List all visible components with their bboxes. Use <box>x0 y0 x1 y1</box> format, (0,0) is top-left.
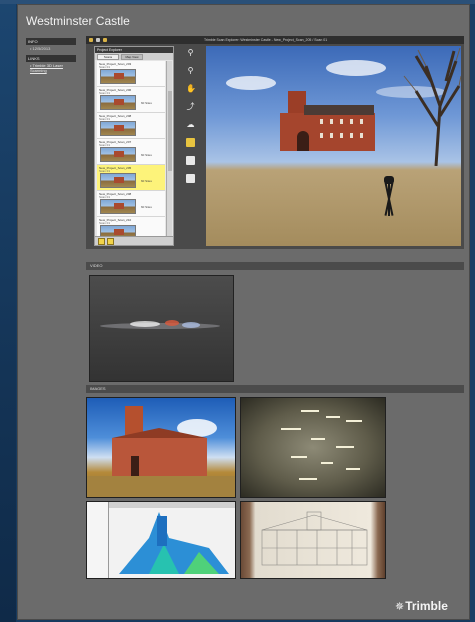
viewer-tools: ⚲ ⚲ ✋ ⤴ ☁ <box>186 48 198 192</box>
scan-list-item[interactable]: New_Project_Scan_203 Scan 01 <box>97 61 165 87</box>
annotation-label <box>336 446 354 448</box>
left-nav: INFO • 12/5/2013 LINKS • Trimble 3D Lase… <box>26 38 76 77</box>
point-cloud <box>100 323 220 329</box>
point-cloud <box>182 322 200 328</box>
explorer-toolbar <box>95 236 173 245</box>
measure-icon[interactable]: ⤴ <box>186 102 195 111</box>
camera-icon[interactable] <box>186 138 195 147</box>
link-trimble-scanning[interactable]: • Trimble 3D Laser Scanning <box>26 63 76 73</box>
castle-roof <box>304 105 374 115</box>
bare-tree <box>403 47 461 166</box>
web-page: Westminster Castle INFO • 12/5/2013 LINK… <box>17 4 470 620</box>
window <box>340 133 343 138</box>
page-title: Westminster Castle <box>26 14 130 28</box>
images-section-header: IMAGES <box>86 385 464 393</box>
scan-count: 60 Sites <box>141 101 152 105</box>
trimble-logo-mark: ✵ <box>395 601 405 613</box>
home-icon[interactable] <box>89 38 93 42</box>
window <box>330 119 333 124</box>
window <box>350 119 353 124</box>
video-thumbnail[interactable] <box>89 275 234 382</box>
building-elevation-drawing <box>261 511 368 566</box>
scan-thumbnail <box>100 95 136 110</box>
annotation-label <box>321 462 333 464</box>
scan-count: 60 Sites <box>141 205 152 209</box>
castle-building <box>260 91 375 151</box>
point-cloud-software-thumbnail[interactable] <box>86 501 236 579</box>
links-header: LINKS <box>26 55 76 62</box>
scan-explorer-viewer: Trimble Scan Explorer: Westminster Castl… <box>86 36 464 249</box>
viewer-title: Trimble Scan Explorer: Westminster Castl… <box>204 38 328 42</box>
lock-icon[interactable] <box>98 238 105 245</box>
point-cloud <box>165 320 179 326</box>
annotation-label <box>346 420 362 422</box>
window <box>320 119 323 124</box>
scan-thumbnail <box>100 173 136 188</box>
annotation-label <box>346 468 360 470</box>
castle-photo-thumbnail[interactable] <box>86 397 236 498</box>
panorama-view[interactable] <box>206 46 461 246</box>
window <box>320 133 323 138</box>
annotation-label <box>291 456 307 458</box>
point-cloud <box>130 321 160 327</box>
background-right <box>470 0 475 622</box>
cloud <box>326 60 386 76</box>
window <box>360 133 363 138</box>
explorer-tabs: Scans Map View <box>95 53 173 60</box>
annotated-plan-thumbnail[interactable] <box>240 397 386 498</box>
scan-count: 60 Sites <box>141 179 152 183</box>
tab-map-view[interactable]: Map View <box>121 54 143 60</box>
colored-point-cloud <box>109 508 235 578</box>
window <box>360 119 363 124</box>
annotation-label <box>281 428 301 430</box>
annotation-label <box>301 410 319 412</box>
scan-list-item[interactable]: New_Project_Scan_208 Scan 01 60 Sites <box>97 191 165 217</box>
scan-thumbnail <box>100 147 136 162</box>
scan-thumbnail <box>100 225 136 236</box>
window <box>340 119 343 124</box>
tripod-leg <box>388 182 390 216</box>
scan-list-scrollbar[interactable] <box>166 61 172 236</box>
trimble-logo-text: Trimble <box>405 599 448 613</box>
scan-thumbnail <box>100 121 136 136</box>
scan-list: New_Project_Scan_203 Scan 01 New_Project_S… <box>97 61 165 236</box>
annotation-label <box>299 478 317 480</box>
scan-list-item[interactable]: New_Project_Scan_205 Scan 01 60 Sites <box>97 165 165 191</box>
tab-scans[interactable]: Scans <box>97 54 119 60</box>
scan-list-item[interactable]: New_Project_Scan_210 Scan 01 <box>97 217 165 236</box>
settings-icon[interactable] <box>186 156 195 165</box>
castle-arch <box>297 131 309 151</box>
scan-list-item[interactable]: New_Project_Scan_208 Scan 01 <box>97 113 165 139</box>
folder-icon[interactable] <box>107 238 114 245</box>
trimble-logo: ✵Trimble <box>395 599 448 613</box>
help-icon[interactable] <box>103 38 107 42</box>
scan-list-item[interactable]: New_Project_Scan_207 Scan 01 60 Sites <box>97 139 165 165</box>
annotation-label <box>326 416 340 418</box>
window <box>350 133 353 138</box>
project-explorer-panel: Project Explorer Scans Map View New_Proj… <box>94 46 174 246</box>
blueprint-drawing-thumbnail[interactable] <box>240 501 386 579</box>
cloud <box>226 76 276 90</box>
pan-icon[interactable]: ✋ <box>186 84 196 93</box>
software-side-panel <box>87 502 109 578</box>
back-icon[interactable] <box>96 38 100 42</box>
window <box>330 133 333 138</box>
tripod-shadow <box>376 176 400 216</box>
info-date: • 12/5/2013 <box>30 46 51 51</box>
background-left <box>0 0 16 622</box>
scan-thumbnail <box>100 69 136 84</box>
annotation-label <box>311 438 325 440</box>
info-header: INFO <box>26 38 76 45</box>
video-section-header: VIDEO <box>86 262 464 270</box>
scan-count: 60 Sites <box>141 153 152 157</box>
castle-photo <box>87 406 235 497</box>
scan-thumbnail <box>100 199 136 214</box>
export-icon[interactable] <box>186 174 195 183</box>
scan-list-item[interactable]: New_Project_Scan_206 Scan 01 60 Sites <box>97 87 165 113</box>
viewer-title-bar: Trimble Scan Explorer: Westminster Castl… <box>86 36 464 44</box>
annotation-icon[interactable]: ☁ <box>186 120 195 129</box>
scrollbar-thumb[interactable] <box>168 91 172 171</box>
zoom-out-icon[interactable]: ⚲ <box>186 66 195 75</box>
zoom-in-icon[interactable]: ⚲ <box>186 48 195 57</box>
